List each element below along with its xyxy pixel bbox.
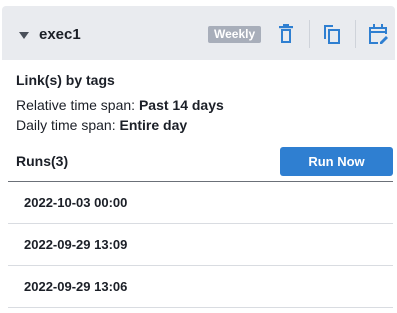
run-now-button[interactable]: Run Now [280, 147, 393, 176]
copy-icon[interactable] [320, 22, 344, 46]
daily-time-span: Daily time span: Entire day [16, 117, 187, 134]
relative-time-span: Relative time span: Past 14 days [16, 97, 224, 114]
exec-panel: exec1 Weekly Link(s) by tags Relative ti… [0, 0, 397, 313]
runs-title: Runs(3) [16, 153, 69, 169]
exec-header[interactable]: exec1 Weekly [2, 6, 395, 60]
run-row[interactable]: 2022-09-29 13:09 [8, 224, 393, 266]
edit-calendar-icon[interactable] [366, 22, 390, 46]
toolbar-divider [355, 20, 356, 48]
run-row[interactable]: 2022-10-03 00:00 [8, 182, 393, 224]
relative-span-label: Relative time span: [16, 97, 136, 113]
daily-span-value: Entire day [119, 117, 188, 133]
daily-span-label: Daily time span: [16, 117, 116, 133]
toolbar-divider [309, 20, 310, 48]
caret-down-icon[interactable] [18, 29, 30, 41]
schedule-badge: Weekly [208, 26, 262, 43]
run-row[interactable]: 2022-09-29 13:06 [8, 266, 393, 308]
link-mode-label: Link(s) by tags [16, 72, 115, 88]
exec-title: exec1 [39, 26, 81, 43]
relative-span-value: Past 14 days [138, 97, 224, 113]
trash-icon[interactable] [274, 22, 298, 46]
runs-list: 2022-10-03 00:00 2022-09-29 13:09 2022-0… [8, 182, 393, 308]
